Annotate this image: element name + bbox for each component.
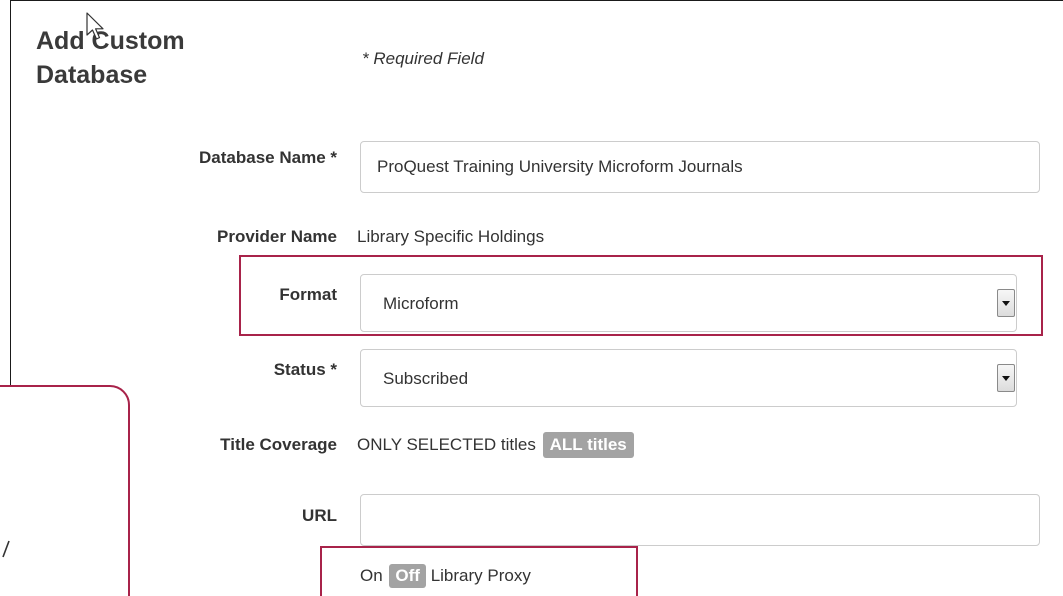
title-coverage-label: Title Coverage <box>220 435 337 454</box>
required-field-note: * Required Field <box>362 49 484 68</box>
provider-name-value: Library Specific Holdings <box>357 227 545 246</box>
page-title: Add Custom Database <box>36 27 185 89</box>
partial-glyph-icon <box>2 540 10 558</box>
database-name-label: Database Name * <box>199 148 337 167</box>
url-label: URL <box>302 506 337 525</box>
provider-name-label: Provider Name <box>217 227 337 246</box>
library-proxy-highlight-annotation <box>320 546 638 596</box>
status-label: Status * <box>273 360 337 379</box>
database-name-input[interactable] <box>360 141 1040 193</box>
status-selected-value: Subscribed <box>383 369 469 388</box>
status-select[interactable]: Subscribed <box>360 349 1017 407</box>
panel-border-left <box>10 0 11 385</box>
callout-annotation-box <box>0 385 130 596</box>
url-input[interactable] <box>360 494 1040 546</box>
panel-border-top <box>10 0 1063 1</box>
title-coverage-option-all[interactable]: ALL titles <box>542 432 634 458</box>
mouse-pointer-icon <box>86 12 104 40</box>
title-coverage-option-selected[interactable]: ONLY SELECTED titles <box>357 435 536 454</box>
format-highlight-annotation <box>239 255 1043 336</box>
chevron-down-icon <box>1002 376 1010 381</box>
title-coverage-toggle: ONLY SELECTED titles ALL titles <box>357 432 634 458</box>
status-dropdown-button[interactable] <box>997 364 1015 392</box>
add-custom-database-page: Add Custom Database * Required Field Dat… <box>0 0 1063 596</box>
